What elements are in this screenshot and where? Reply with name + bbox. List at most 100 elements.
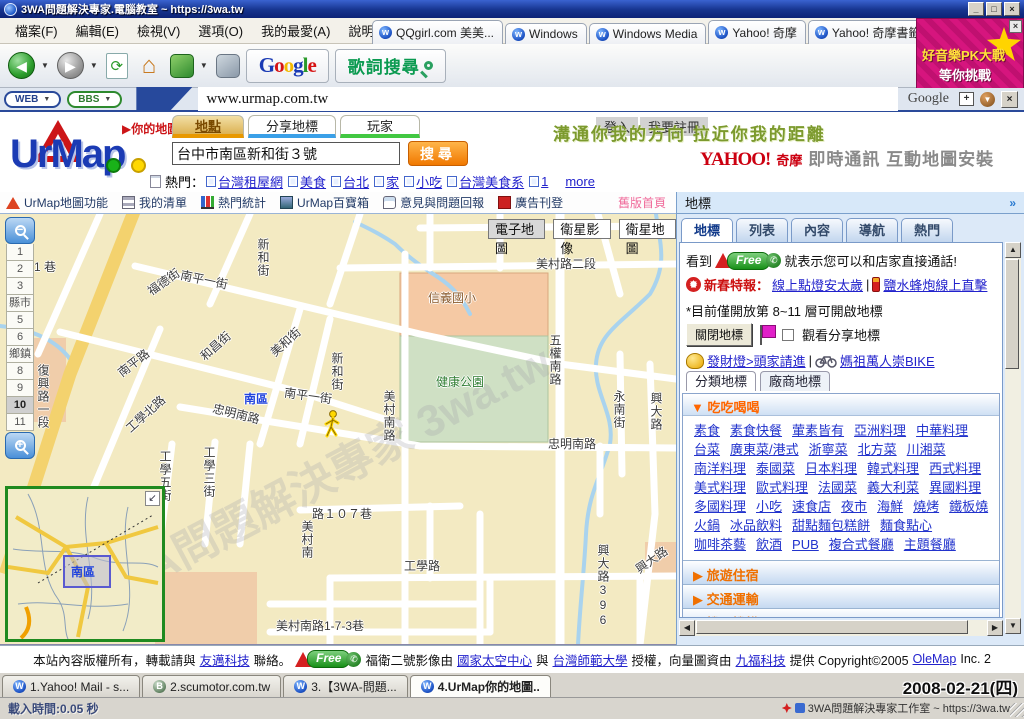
category-link[interactable]: 日本料理 (805, 461, 857, 476)
ad-banner[interactable]: 好音樂PK大戰 等你挑戰 × (916, 18, 1024, 90)
minimize-button[interactable]: _ (968, 2, 984, 16)
zoom-level[interactable]: 9 (6, 380, 34, 397)
function-link[interactable]: 熱門統計 (201, 194, 266, 211)
scroll-left-icon[interactable]: ◀ (679, 620, 695, 636)
category-link[interactable]: 鐵板燒 (949, 499, 988, 514)
browser-tab[interactable]: W 1.Yahoo! Mail - s... (2, 675, 140, 697)
zoom-level[interactable]: 6 (6, 329, 34, 346)
zoom-in-button[interactable]: + (5, 432, 35, 459)
category-link[interactable]: 歐式料理 (756, 480, 808, 495)
google-search-button[interactable]: Google (246, 49, 329, 83)
web-mode-dropdown[interactable]: WEB▼ (4, 91, 61, 108)
bookmark-tab[interactable]: w Windows (505, 23, 587, 44)
zoom-out-button[interactable]: − (5, 217, 35, 244)
plugin-cube2-icon[interactable] (216, 54, 240, 78)
minimap-viewport-rect[interactable]: 南區 (63, 555, 111, 588)
old-version-home-link[interactable]: 舊版首頁 (618, 194, 666, 211)
scroll-thumb[interactable] (1005, 259, 1019, 369)
category-link[interactable]: 泰國菜 (756, 461, 795, 476)
browser-tab[interactable]: W 4.UrMap你的地圖.. (410, 675, 551, 697)
footer-link-olemap[interactable]: OleMap (913, 652, 957, 666)
category-link[interactable]: 複合式餐廳 (829, 537, 894, 552)
panel-tab[interactable]: 熱門 (901, 218, 953, 242)
bookmark-tab[interactable]: w Windows Media (589, 23, 707, 44)
hot-link[interactable]: 台灣美食系 (459, 172, 524, 191)
category-link[interactable]: 義大利菜 (867, 480, 919, 495)
zoom-level[interactable]: 2 (6, 261, 34, 278)
overview-minimap[interactable]: 南區 ↙ (5, 486, 165, 642)
category-link[interactable]: 法國菜 (818, 480, 857, 495)
zoom-level[interactable]: 8 (6, 363, 34, 380)
function-link[interactable]: 廣告刊登 (498, 194, 563, 211)
back-dropdown-icon[interactable]: ▼ (41, 61, 49, 70)
category-link[interactable]: 小吃 (756, 499, 782, 514)
bookmark-tab[interactable]: w QQgirl.com 美美... (372, 20, 503, 44)
footer-link-ntnu[interactable]: 台灣師範大學 (553, 650, 628, 669)
maximize-button[interactable]: □ (986, 2, 1002, 16)
new-window-icon[interactable]: + (959, 92, 974, 106)
panel-tab[interactable]: 列表 (736, 218, 788, 242)
category-link[interactable]: 素食快餐 (730, 423, 782, 438)
category-link[interactable]: 咖啡茶藝 (694, 537, 746, 552)
resize-grip[interactable] (1010, 703, 1024, 717)
news-link-1[interactable]: 線上點燈安太歲 (772, 275, 863, 294)
bike-promo-link[interactable]: 媽祖萬人崇BIKE (840, 351, 935, 370)
hot-link[interactable]: 台北 (343, 172, 369, 191)
menu-item[interactable]: 檔案(F) (6, 21, 67, 42)
go-icon[interactable]: ▼ (980, 92, 995, 107)
person-marker-icon[interactable] (324, 410, 340, 438)
home-icon[interactable]: ⌂ (134, 51, 164, 81)
map-view-button[interactable]: 衛星地圖 (619, 219, 676, 239)
category-link[interactable]: 冰品飲料 (730, 518, 782, 533)
category-link[interactable]: 燒烤 (913, 499, 939, 514)
tab-place[interactable]: 地點 (172, 115, 244, 138)
function-link[interactable]: UrMap百寶箱 (280, 194, 369, 211)
footer-link-jiufu[interactable]: 九福科技 (736, 650, 786, 669)
function-link[interactable]: 我的清單 (122, 194, 187, 211)
category-link[interactable]: 南洋料理 (694, 461, 746, 476)
refresh-icon[interactable]: ⟳ (106, 53, 128, 79)
more-link[interactable]: more (565, 174, 595, 189)
panel-expand-chevron[interactable]: » (1009, 196, 1016, 210)
food-section-header[interactable]: ▼ 吃吃喝喝 (683, 394, 999, 416)
share-landmark-checkbox[interactable] (782, 329, 794, 341)
category-link[interactable]: 浙寧菜 (809, 442, 848, 457)
hot-link[interactable]: 1 (541, 174, 548, 189)
bbs-mode-dropdown[interactable]: BBS▼ (67, 91, 122, 108)
category-link[interactable]: 台菜 (694, 442, 720, 457)
zoom-level[interactable]: 10 (6, 397, 34, 414)
landmark-sub-tab[interactable]: 廠商地標 (760, 371, 830, 391)
plugin-cube-icon[interactable] (170, 54, 194, 78)
map-view-button[interactable]: 衛星影像 (553, 219, 610, 239)
footer-link-youmai[interactable]: 友邁科技 (200, 650, 250, 669)
footer-link-nspo[interactable]: 國家太空中心 (457, 650, 532, 669)
panel-tab[interactable]: 導航 (846, 218, 898, 242)
hot-link[interactable]: 家 (386, 172, 399, 191)
function-link[interactable]: UrMap地圖功能 (6, 194, 108, 211)
lyrics-search-button[interactable]: 歌詞搜尋 (335, 49, 446, 83)
section-header[interactable]: ▶ 機關機構 (683, 608, 999, 618)
category-link[interactable]: 韓式料理 (867, 461, 919, 476)
browser-tab[interactable]: W 3.【3WA-問題... (283, 675, 408, 697)
panel-vertical-scrollbar[interactable]: ▲ ▼ (1005, 242, 1021, 634)
category-link[interactable]: 多國料理 (694, 499, 746, 514)
menu-item[interactable]: 檢視(V) (128, 21, 189, 42)
category-link[interactable]: 麵食點心 (880, 518, 932, 533)
category-link[interactable]: PUB (792, 537, 819, 552)
category-link[interactable]: 亞洲料理 (854, 423, 906, 438)
section-header[interactable]: ▶ 交通運輸 (683, 584, 999, 608)
function-link[interactable]: 意見與問題回報 (383, 194, 484, 211)
map-view-button[interactable]: 電子地圖 (488, 219, 545, 239)
zoom-level[interactable]: 5 (6, 312, 34, 329)
zoom-level[interactable]: 縣市 (6, 295, 34, 312)
zoom-level[interactable]: 鄉鎮 (6, 346, 34, 363)
category-link[interactable]: 主題餐廳 (904, 537, 956, 552)
category-link[interactable]: 甜點麵包糕餅 (792, 518, 870, 533)
map-canvas[interactable]: 3WA問題解決專家 3wa.tw 1 巷新和街南平一街福德街南平路復興路一段和昌… (0, 214, 676, 645)
landmark-sub-tab[interactable]: 分類地標 (686, 371, 756, 391)
urmap-logo[interactable]: UrMap ▶你的地圖 (10, 118, 170, 184)
tab-player[interactable]: 玩家 (340, 115, 420, 138)
news-link-2[interactable]: 鹽水蜂炮線上直擊 (883, 275, 987, 294)
forward-button[interactable]: ▶ (57, 52, 84, 79)
stop-icon[interactable]: × (1001, 91, 1018, 108)
